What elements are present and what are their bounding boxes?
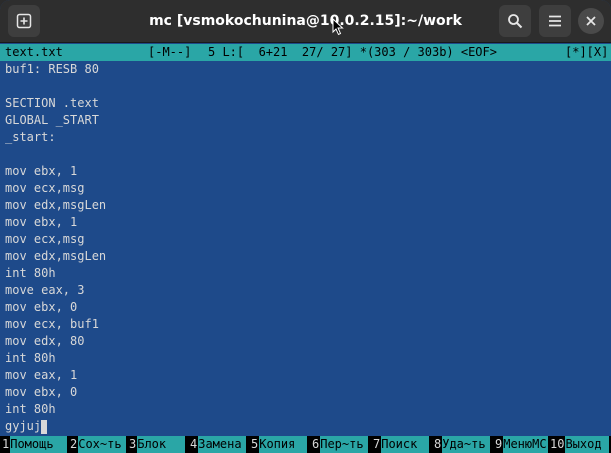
fkey-number: 8 [432,437,443,451]
fkey-number: 9 [493,437,504,451]
terminal-window: mc [vsmokochunina@10.0.2.15]:~/work text… [0,0,611,453]
close-button[interactable] [578,8,604,34]
fkey-4-replace[interactable]: 4Замена [188,436,247,453]
editor-line: int 80h [5,351,56,365]
fkey-label: Сох~ть [78,436,127,453]
text-cursor [41,420,47,434]
fkey-number: 10 [548,437,566,451]
status-mode: [-M--] [148,45,192,59]
window-title: mc [vsmokochunina@10.0.2.15]:~/work [149,13,462,29]
editor-line: mov ebx, 1 [5,215,78,229]
fkey-6-move[interactable]: 6Пер~ть [310,436,369,453]
fkey-1-help[interactable]: 1Помощь [0,436,68,453]
fkey-number: 4 [188,437,199,451]
hamburger-menu-icon [547,13,563,29]
fkey-2-save[interactable]: 2Сох~ть [68,436,127,453]
editor-text-area[interactable]: buf1: RESB 80 SECTION .text GLOBAL _STAR… [0,61,611,436]
fkey-label: Уда~ть [442,436,491,453]
editor-line: gyjuj [5,419,42,433]
close-icon [585,15,597,27]
editor-line: buf1: RESB 80 [5,62,99,76]
editor-status-bar: text.txt [-M--] 5 L:[ 6+21 27/ 27] *(303… [0,44,611,61]
mouse-pointer-icon [332,17,344,40]
editor-line: GLOBAL _START [5,113,99,127]
editor-line: int 80h [5,402,56,416]
fkey-number: 6 [310,437,321,451]
editor-line: mov edx,msgLen [5,249,107,263]
editor-line: mov edx, 80 [5,334,85,348]
fkey-number: 7 [371,437,382,451]
editor-line: mov ecx, buf1 [5,317,99,331]
editor-line: mov ebx, 0 [5,385,78,399]
status-flags: [*][X] [565,45,609,59]
fkey-label: Копия [259,436,308,453]
fkey-label: Выход [565,436,610,453]
status-filename: text.txt [5,45,63,59]
fkey-10-exit[interactable]: 10Выход [548,436,610,453]
editor-line: int 80h [5,266,56,280]
status-cursor-position: 5 L:[ 6+21 27/ 27] *(303 / 303b) <EOF> [208,45,497,59]
editor-line: _start: [5,130,56,144]
editor-line: SECTION .text [5,96,99,110]
fkey-label: Помощь [10,436,68,453]
fkey-9-menu[interactable]: 9МенюMC [493,436,549,453]
titlebar: mc [vsmokochunina@10.0.2.15]:~/work [0,0,611,43]
editor-line: mov ebx, 1 [5,164,78,178]
fkey-label: МенюMC [503,436,549,453]
fkey-label: Блок [137,436,186,453]
editor-line: mov ecx,msg [5,181,85,195]
editor-line: mov ebx, 0 [5,300,78,314]
fkey-label: Пер~ть [320,436,369,453]
editor-line: mov ecx,msg [5,232,85,246]
editor-line: move eax, 3 [5,283,85,297]
editor-line: mov edx,msgLen [5,198,107,212]
function-key-bar: 1Помощь 2Сох~ть 3Блок 4Замена 5Копия 6Пе… [0,436,611,453]
fkey-8-delete[interactable]: 8Уда~ть [432,436,491,453]
fkey-number: 3 [127,437,138,451]
editor-line: mov eax, 1 [5,368,78,382]
search-icon [507,13,523,29]
fkey-label: Поиск [381,436,430,453]
new-tab-button[interactable] [8,5,40,37]
fkey-number: 2 [68,437,79,451]
fkey-5-copy[interactable]: 5Копия [249,436,308,453]
new-tab-icon [16,13,32,29]
fkey-7-search[interactable]: 7Поиск [371,436,430,453]
fkey-number: 5 [249,437,260,451]
fkey-label: Замена [198,436,247,453]
fkey-3-block[interactable]: 3Блок [127,436,186,453]
menu-button[interactable] [539,5,571,37]
search-button[interactable] [499,5,531,37]
fkey-number: 1 [0,437,11,451]
